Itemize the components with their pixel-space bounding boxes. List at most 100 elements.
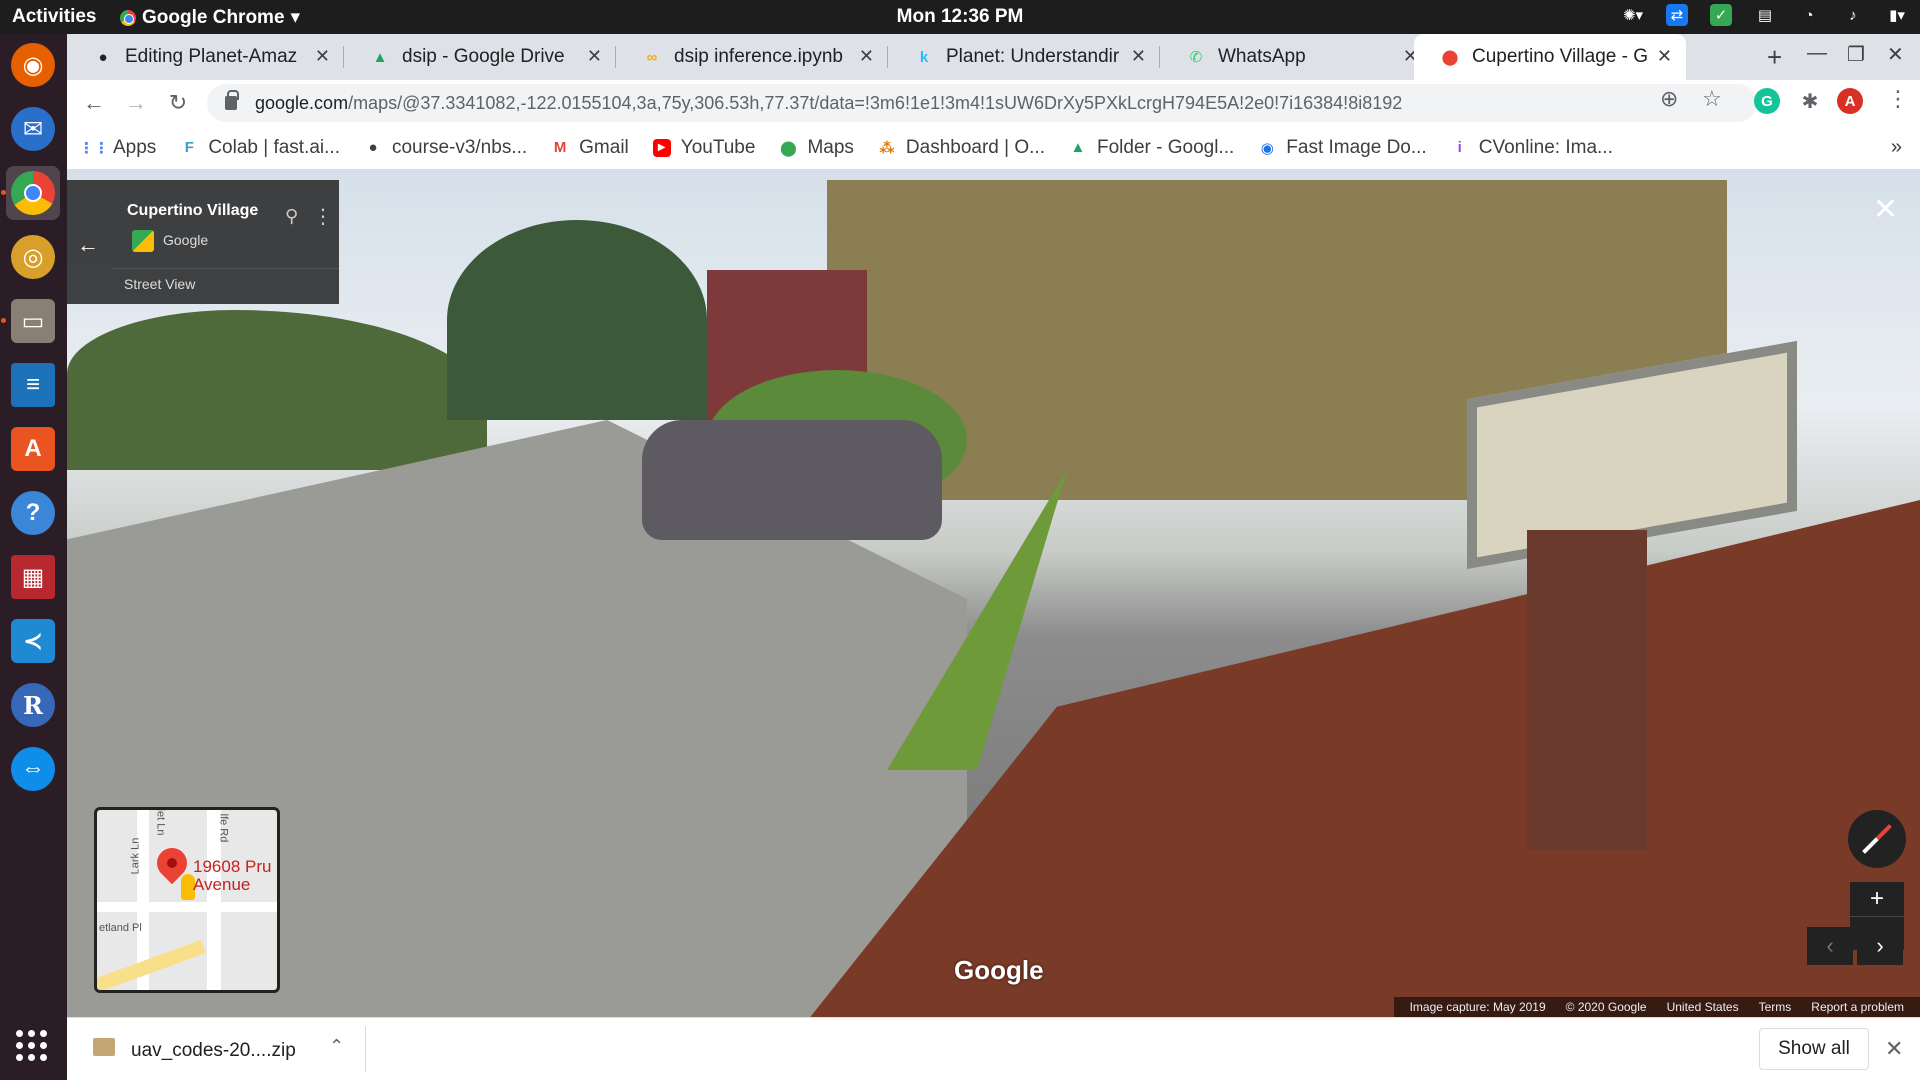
kebab-menu-icon[interactable]: ⋮: [1887, 86, 1909, 112]
bookmark-label: Apps: [113, 136, 157, 158]
tab-maps-active[interactable]: ⬤ Cupertino Village - G ✕: [1414, 34, 1686, 80]
tab-title: Planet: Understandir: [946, 46, 1120, 67]
bookmark-label: course-v3/nbs...: [391, 136, 528, 158]
bookmark-drive-folder[interactable]: ▲ Folder - Googl...: [1069, 136, 1235, 159]
google-maps-icon: ⬤: [780, 139, 797, 157]
more-bookmarks-icon[interactable]: »: [1891, 136, 1902, 159]
tab-whatsapp[interactable]: ✆ WhatsApp ✕: [1160, 34, 1432, 80]
tall-trees: [447, 220, 707, 420]
maximize-button[interactable]: ❐: [1847, 42, 1865, 67]
wifi-icon[interactable]: ◔: [1798, 4, 1820, 26]
battery-icon[interactable]: ▮▾: [1886, 4, 1908, 26]
back-button[interactable]: ←: [79, 88, 109, 118]
tab-github[interactable]: ● Editing Planet-Amaz ✕: [67, 34, 344, 80]
bookmark-youtube[interactable]: ▶ YouTube: [652, 137, 755, 159]
bookmark-fast-image[interactable]: ◉ Fast Image Do...: [1258, 136, 1427, 159]
previous-image-button[interactable]: ‹: [1807, 927, 1853, 965]
dock-vscode[interactable]: ≺: [6, 614, 60, 668]
bookmark-label: Folder - Googl...: [1096, 136, 1235, 158]
street-view-panorama[interactable]: ← Cupertino Village ⚲ ⋮ Google Street Vi…: [67, 170, 1920, 1017]
close-window-button[interactable]: ✕: [1887, 42, 1904, 67]
grammarly-icon[interactable]: G: [1754, 88, 1780, 114]
clipboard-tray-icon[interactable]: ▤: [1754, 4, 1776, 26]
image-capture-date: Image capture: May 2019: [1409, 1000, 1546, 1014]
chrome-icon: [120, 9, 136, 26]
accessibility-icon[interactable]: ✺▾: [1622, 4, 1644, 26]
close-tab-icon[interactable]: ✕: [1131, 46, 1146, 67]
map-pin-icon[interactable]: ⚲: [285, 206, 298, 227]
gnome-top-bar: Activities Google Chrome ▾ Mon 12:36 PM …: [0, 0, 1920, 34]
new-tab-button[interactable]: +: [1767, 42, 1782, 73]
tab-drive[interactable]: ▲ dsip - Google Drive ✕: [344, 34, 616, 80]
activities-button[interactable]: Activities: [12, 6, 96, 28]
tab-kaggle[interactable]: k Planet: Understandir ✕: [888, 34, 1160, 80]
dock-help[interactable]: ?: [6, 486, 60, 540]
reload-button[interactable]: ↻: [163, 88, 193, 118]
bookmark-dashboard[interactable]: ⁂ Dashboard | O...: [878, 137, 1045, 159]
forward-button[interactable]: →: [121, 88, 151, 118]
extensions-puzzle-icon[interactable]: ✱: [1797, 88, 1823, 114]
dock-chrome[interactable]: [6, 166, 60, 220]
tab-title: WhatsApp: [1218, 46, 1306, 67]
street-label: lfe Rd: [217, 813, 230, 843]
close-tab-icon[interactable]: ✕: [859, 46, 874, 67]
back-arrow-icon[interactable]: ←: [77, 232, 99, 258]
trees-left: [67, 310, 487, 470]
dock-teamviewer[interactable]: ⇔: [6, 742, 60, 796]
compass-icon[interactable]: [1848, 810, 1906, 868]
lock-icon[interactable]: [225, 90, 239, 110]
dock-r[interactable]: R: [6, 678, 60, 732]
dock-rhythmbox[interactable]: ◎: [6, 230, 60, 284]
close-shelf-icon[interactable]: ✕: [1885, 1036, 1903, 1062]
download-file-name[interactable]: uav_codes-20....zip: [131, 1040, 296, 1062]
chevron-up-icon[interactable]: ⌃: [329, 1036, 344, 1057]
cvonline-icon: i: [1457, 139, 1462, 156]
close-street-view-icon[interactable]: ✕: [1873, 192, 1898, 227]
whatsapp-icon: ✆: [1189, 49, 1203, 66]
dock-thunderbird[interactable]: ✉: [6, 102, 60, 156]
minimize-button[interactable]: —: [1807, 42, 1827, 65]
next-image-button[interactable]: ›: [1857, 927, 1903, 965]
bookmark-star-icon[interactable]: ☆: [1702, 86, 1722, 112]
gmail-icon: M: [553, 139, 567, 156]
bookmark-maps[interactable]: ⬤ Maps: [779, 137, 854, 159]
bookmark-gmail[interactable]: M Gmail: [551, 137, 629, 159]
profile-avatar[interactable]: A: [1837, 88, 1863, 114]
teamviewer-tray-icon[interactable]: ⇄: [1666, 4, 1688, 26]
bookmark-label: Fast Image Do...: [1286, 136, 1427, 158]
dock-writer[interactable]: ≡: [6, 358, 60, 412]
volume-icon[interactable]: ♪: [1842, 4, 1864, 26]
region-link[interactable]: United States: [1667, 1000, 1739, 1014]
address-bar[interactable]: google.com/maps/@37.3341082,-122.0155104…: [207, 84, 1757, 122]
tab-colab[interactable]: ∞ dsip inference.ipynb ✕: [616, 34, 888, 80]
zoom-in-button[interactable]: +: [1850, 882, 1904, 916]
dock-terminal[interactable]: ▦: [6, 550, 60, 604]
check-tray-icon[interactable]: ✓: [1710, 4, 1732, 26]
bookmark-label: Colab | fast.ai...: [208, 136, 340, 158]
r-icon: R: [11, 683, 55, 727]
close-tab-icon[interactable]: ✕: [587, 46, 602, 67]
dock-software[interactable]: A: [6, 422, 60, 476]
show-all-button[interactable]: Show all: [1759, 1028, 1869, 1070]
fastai-icon: F: [184, 139, 194, 156]
dock-firefox[interactable]: ◉: [6, 38, 60, 92]
bookmark-apps[interactable]: ⋮⋮ Apps: [79, 136, 157, 159]
show-applications-button[interactable]: [16, 1030, 47, 1061]
tab-strip: ● Editing Planet-Amaz ✕ ▲ dsip - Google …: [67, 34, 1920, 80]
app-menu[interactable]: Google Chrome ▾: [120, 6, 300, 29]
more-options-icon[interactable]: ⋮: [313, 204, 333, 229]
bookmark-course-v3[interactable]: ● course-v3/nbs...: [364, 137, 527, 159]
terms-link[interactable]: Terms: [1759, 1000, 1792, 1014]
bookmark-cvonline[interactable]: i CVonline: Ima...: [1451, 137, 1613, 159]
close-tab-icon[interactable]: ✕: [315, 46, 330, 67]
dock-files[interactable]: ▭: [6, 294, 60, 348]
minimap[interactable]: Lark Ln lfe Rd etland Pl let Ln 19608 Pr…: [94, 807, 280, 993]
close-tab-icon[interactable]: ✕: [1657, 46, 1672, 67]
bookmark-colab-fastai[interactable]: F Colab | fast.ai...: [180, 137, 340, 159]
report-problem-link[interactable]: Report a problem: [1811, 1000, 1904, 1014]
place-name[interactable]: Cupertino Village: [127, 202, 258, 220]
install-app-icon[interactable]: ⊕: [1660, 86, 1678, 112]
apps-grid-icon: ⋮⋮: [79, 139, 109, 157]
tab-title: Editing Planet-Amaz: [125, 46, 298, 67]
bookmark-label: CVonline: Ima...: [1478, 136, 1613, 158]
